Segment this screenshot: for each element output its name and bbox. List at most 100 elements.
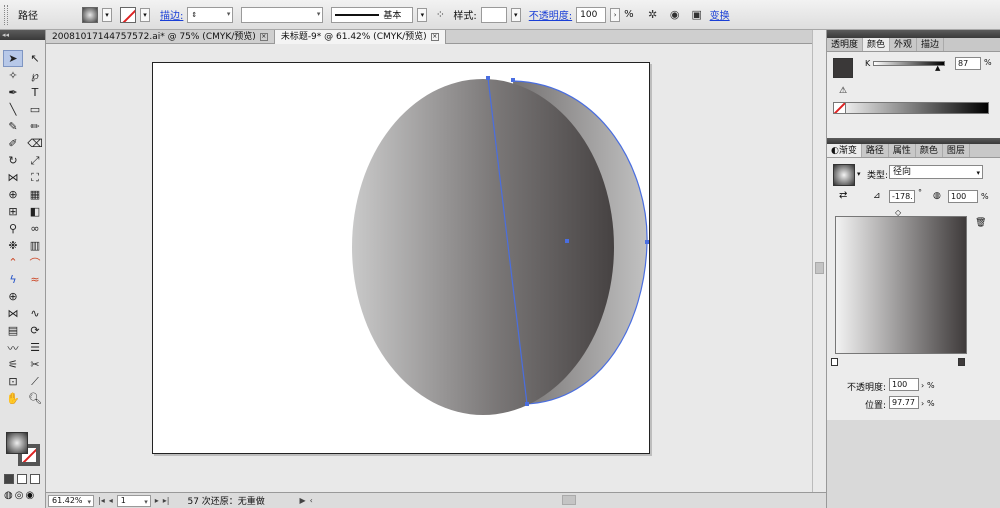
rotate-tool-icon[interactable]: ↻	[3, 152, 23, 169]
delete-stop-icon[interactable]: 🗑︎	[975, 218, 986, 228]
fill-box[interactable]	[6, 432, 28, 454]
chevron-down-icon[interactable]: ▾	[857, 170, 861, 178]
tab-document-2[interactable]: 未标题-9* @ 61.42% (CMYK/预览) ×	[274, 30, 446, 44]
pencil-tool-icon[interactable]: ✏	[25, 118, 45, 135]
stroke-link[interactable]: 描边:	[160, 7, 183, 22]
gradient-stop-left[interactable]	[831, 358, 838, 366]
tab-attributes[interactable]: 属性	[889, 144, 916, 157]
stroke-dropdown[interactable]: ▾	[140, 7, 150, 22]
draw-behind-icon[interactable]: ◎	[15, 490, 24, 501]
gradient-slider-preview[interactable]	[835, 216, 967, 354]
scale-tool-icon[interactable]: ⤢	[25, 152, 45, 169]
target-tool-icon[interactable]: ⊕	[3, 288, 23, 305]
slider-handle-icon[interactable]: ▲	[935, 64, 940, 72]
fill-swatch[interactable]	[82, 6, 98, 23]
gradient-tool-icon[interactable]: ◧	[25, 203, 45, 220]
none-color-icon[interactable]	[834, 103, 846, 113]
slice-tool-icon[interactable]: ⚟	[3, 356, 23, 373]
stop-opacity-chevron-icon[interactable]: ›	[921, 381, 924, 390]
line-tool-icon[interactable]: ╲	[3, 101, 23, 118]
symbol-sprayer-tool-icon[interactable]: ❉	[3, 237, 23, 254]
close-icon[interactable]: ×	[259, 33, 268, 41]
shape-builder-tool-icon[interactable]: ⊕	[3, 186, 23, 203]
zoom-select[interactable]: 61.42% ▾	[48, 494, 94, 507]
smooth-tool-icon[interactable]: ≈	[25, 271, 45, 288]
lasso-tool-icon[interactable]: ℘	[25, 67, 45, 84]
warp-tool-icon[interactable]: ⋈	[3, 305, 23, 322]
scrollbar-thumb[interactable]	[815, 262, 824, 274]
eyedropper-tool-icon[interactable]: ⚲	[3, 220, 23, 237]
bloat-tool-icon[interactable]: ⟳	[25, 322, 45, 339]
artwork[interactable]	[153, 63, 651, 455]
graphic-style-dropdown[interactable]: ▾	[510, 7, 521, 22]
rectangle-tool-icon[interactable]: ▭	[25, 101, 45, 118]
wrinkle-tool-icon[interactable]: ☰	[25, 339, 45, 356]
graph-tool-icon[interactable]: ▤	[3, 322, 23, 339]
anchor-point[interactable]	[486, 76, 490, 80]
brush-definition-icon[interactable]: ⁘	[431, 6, 449, 24]
tab-color-2[interactable]: 颜色	[916, 144, 943, 157]
opacity-input[interactable]: 100	[576, 6, 607, 23]
mesh-tool-icon[interactable]: ⊞	[3, 203, 23, 220]
stop-location-input[interactable]: 97.77	[889, 396, 919, 409]
tab-stroke[interactable]: 描边	[917, 38, 945, 51]
artboard-select[interactable]: 1 ▾	[116, 494, 151, 507]
front-ellipse-shape[interactable]	[352, 79, 614, 415]
type-tool-icon[interactable]: T	[25, 84, 45, 101]
aspect-ratio-input[interactable]: 100	[948, 190, 978, 203]
fill-color-swatch[interactable]	[833, 58, 853, 78]
perspective-grid-tool-icon[interactable]: ▦	[25, 186, 45, 203]
last-artboard-button[interactable]: ▸|	[163, 496, 170, 505]
anchor-point[interactable]	[565, 239, 569, 243]
gradient-type-select[interactable]: 径向 ▾	[889, 165, 983, 179]
tab-appearance[interactable]: 外观	[890, 38, 918, 51]
color-spectrum-ramp[interactable]	[833, 102, 989, 114]
none-mode-icon[interactable]	[30, 474, 40, 484]
close-icon[interactable]: ×	[430, 33, 439, 41]
draw-inside-icon[interactable]: ◉	[25, 490, 34, 501]
prev-artboard-button[interactable]: ◂	[109, 496, 113, 505]
width-tool-icon[interactable]: ⋈	[3, 169, 23, 186]
transform-link[interactable]: 变换	[710, 7, 730, 22]
canvas-area[interactable]	[46, 44, 812, 492]
reverse-gradient-icon[interactable]: ⇄	[839, 190, 847, 201]
free-transform-tool-icon[interactable]: ⛶	[25, 169, 45, 186]
eraser-tool-icon[interactable]: ⌫	[25, 135, 45, 152]
magic-wand-tool-icon[interactable]: ✧	[3, 67, 23, 84]
k-channel-input[interactable]: 87	[955, 57, 981, 70]
twirl-tool-icon[interactable]: ∿	[25, 305, 45, 322]
first-artboard-button[interactable]: |◂	[98, 496, 105, 505]
add-anchor-tool-icon[interactable]: ⌒	[25, 254, 45, 271]
tab-document-1[interactable]: 20081017144757572.ai* @ 75% (CMYK/预览) ×	[46, 30, 275, 44]
scissors-tool-icon[interactable]: ✂	[25, 356, 45, 373]
gradient-angle-input[interactable]: -178.	[889, 190, 915, 203]
gradient-swatch[interactable]	[833, 164, 855, 186]
hand-tool-icon[interactable]: ✋	[3, 390, 23, 407]
pen-tool-icon[interactable]: ✒	[3, 84, 23, 101]
vertical-scrollbar[interactable]	[812, 30, 826, 492]
control-bar-grip[interactable]	[4, 4, 8, 25]
gradient-mode-icon[interactable]	[17, 474, 27, 484]
fill-stroke-widget[interactable]	[4, 430, 42, 470]
direct-selection-tool-icon[interactable]: ↖	[25, 50, 45, 67]
tab-transparency[interactable]: 透明度	[827, 38, 864, 51]
anchor-point[interactable]	[511, 78, 515, 82]
stroke-swatch[interactable]	[120, 6, 136, 23]
zoom-tool-icon[interactable]: 🔍︎	[25, 390, 45, 407]
artboard-tool-icon[interactable]: ⊡	[3, 373, 23, 390]
blend-tool-icon[interactable]: ∞	[25, 220, 45, 237]
status-menu-button[interactable]: ▶	[299, 496, 305, 505]
scroll-left-button[interactable]: ‹	[310, 496, 313, 505]
isolate-group-icon[interactable]: ◉	[666, 6, 684, 24]
anchor-point-tool-icon[interactable]: ⌃	[3, 254, 23, 271]
draw-normal-icon[interactable]: ◍	[4, 490, 13, 501]
convert-anchor-tool-icon[interactable]: ϟ	[3, 271, 23, 288]
selection-tool-icon[interactable]: ➤	[3, 50, 23, 67]
align-icon[interactable]: ▣	[688, 6, 706, 24]
stroke-weight-field[interactable]: ⇕ ▾	[187, 6, 234, 23]
recolor-artwork-icon[interactable]: ✲	[644, 6, 662, 24]
tab-gradient[interactable]: ◐渐变	[827, 144, 862, 157]
tab-layers[interactable]: 图层	[943, 144, 970, 157]
out-of-gamut-icon[interactable]: ⚠	[839, 86, 847, 96]
knife-tool-icon[interactable]: ⟋	[25, 373, 45, 390]
